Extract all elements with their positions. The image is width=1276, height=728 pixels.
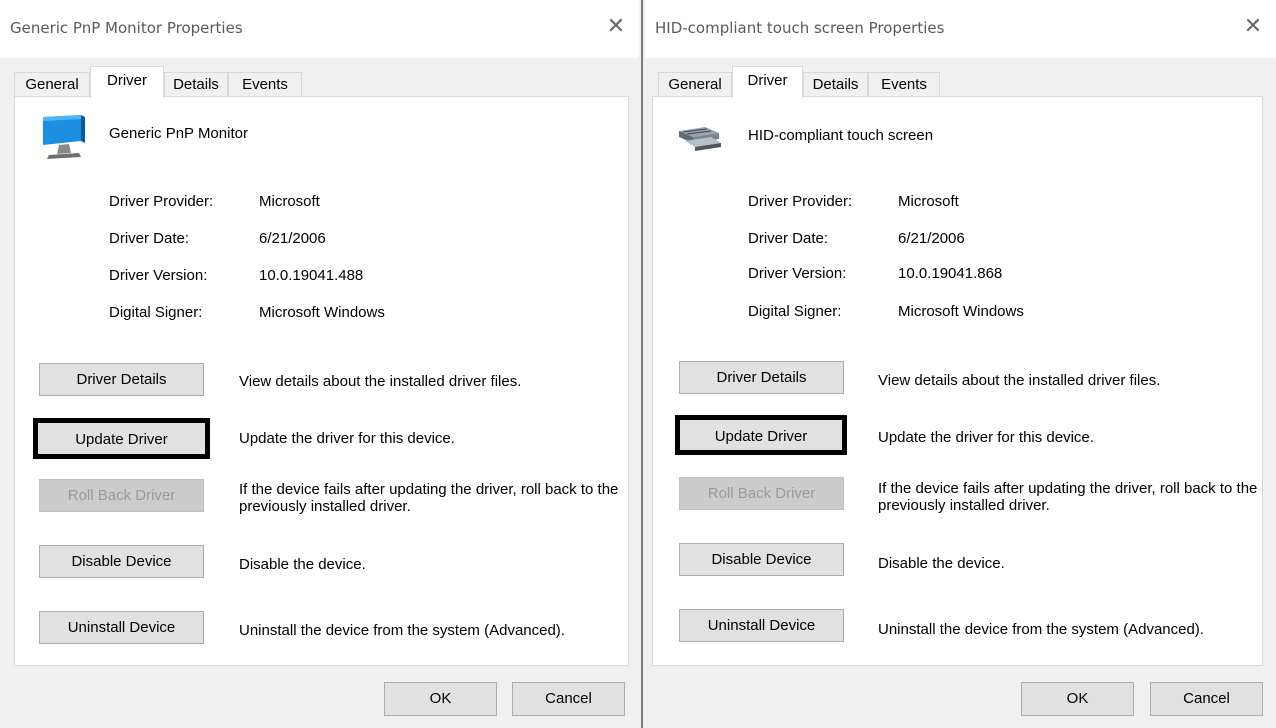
update-driver-button[interactable]: Update Driver [675,415,847,455]
digital-signer-value: Microsoft Windows [898,303,1024,320]
digital-signer-label: Digital Signer: [748,303,842,320]
uninstall-device-desc: Uninstall the device from the system (Ad… [239,622,565,639]
driver-version-label: Driver Version: [748,265,847,282]
update-driver-desc: Update the driver for this device. [878,429,1094,446]
monitor-icon [41,111,89,161]
monitor-properties-dialog: Generic PnP Monitor Properties ✕ General… [0,0,639,728]
driver-date-value: 6/21/2006 [259,230,326,247]
update-driver-button[interactable]: Update Driver [33,418,210,459]
driver-provider-label: Driver Provider: [109,193,214,210]
driver-details-desc: View details about the installed driver … [878,372,1161,389]
roll-back-driver-desc: If the device fails after updating the d… [878,480,1258,514]
update-driver-desc: Update the driver for this device. [239,430,455,447]
disable-device-desc: Disable the device. [239,556,366,573]
cancel-button[interactable]: Cancel [512,682,625,716]
driver-tab-panel: HID-compliant touch screen Driver Provid… [652,96,1263,666]
driver-date-value: 6/21/2006 [898,230,965,247]
device-name: HID-compliant touch screen [748,127,934,144]
roll-back-driver-button[interactable]: Roll Back Driver [39,479,204,512]
tab-driver[interactable]: Driver [90,66,164,98]
title-bar: Generic PnP Monitor Properties ✕ [0,0,639,58]
close-icon[interactable]: ✕ [603,14,629,40]
driver-date-label: Driver Date: [109,230,190,247]
driver-details-button[interactable]: Driver Details [39,363,204,396]
roll-back-driver-desc: If the device fails after updating the d… [239,481,619,515]
tab-details[interactable]: Details [164,72,228,97]
roll-back-driver-button[interactable]: Roll Back Driver [679,477,844,510]
cancel-button[interactable]: Cancel [1150,682,1263,716]
digital-signer-label: Digital Signer: [109,304,203,321]
tab-driver[interactable]: Driver [732,66,803,98]
driver-version-value: 10.0.19041.868 [898,265,1003,282]
tab-events[interactable]: Events [868,72,940,97]
ok-button[interactable]: OK [1021,682,1134,716]
tab-general[interactable]: General [658,72,732,97]
driver-provider-value: Microsoft [259,193,320,210]
uninstall-device-desc: Uninstall the device from the system (Ad… [878,621,1204,638]
title-bar: HID-compliant touch screen Properties ✕ [645,0,1276,58]
disable-device-button[interactable]: Disable Device [39,545,204,578]
driver-version-value: 10.0.19041.488 [259,267,364,284]
device-name: Generic PnP Monitor [109,125,248,142]
driver-details-desc: View details about the installed driver … [239,373,522,390]
driver-provider-label: Driver Provider: [748,193,853,210]
uninstall-device-button[interactable]: Uninstall Device [679,609,844,642]
driver-date-label: Driver Date: [748,230,829,247]
tab-details[interactable]: Details [803,72,868,97]
disable-device-desc: Disable the device. [878,555,1005,572]
driver-provider-value: Microsoft [898,193,959,210]
hid-device-icon [675,123,723,173]
close-icon[interactable]: ✕ [1240,14,1266,40]
dialog-title: Generic PnP Monitor Properties [10,19,243,37]
digital-signer-value: Microsoft Windows [259,304,385,321]
driver-details-button[interactable]: Driver Details [679,361,844,394]
disable-device-button[interactable]: Disable Device [679,543,844,576]
tab-general[interactable]: General [14,72,90,97]
dialog-title: HID-compliant touch screen Properties [655,19,945,37]
touch-screen-properties-dialog: HID-compliant touch screen Properties ✕ … [645,0,1276,728]
driver-tab-panel: Generic PnP Monitor Driver Provider: Mic… [14,96,629,666]
driver-version-label: Driver Version: [109,267,208,284]
ok-button[interactable]: OK [384,682,497,716]
uninstall-device-button[interactable]: Uninstall Device [39,611,204,644]
tab-events[interactable]: Events [228,72,302,97]
